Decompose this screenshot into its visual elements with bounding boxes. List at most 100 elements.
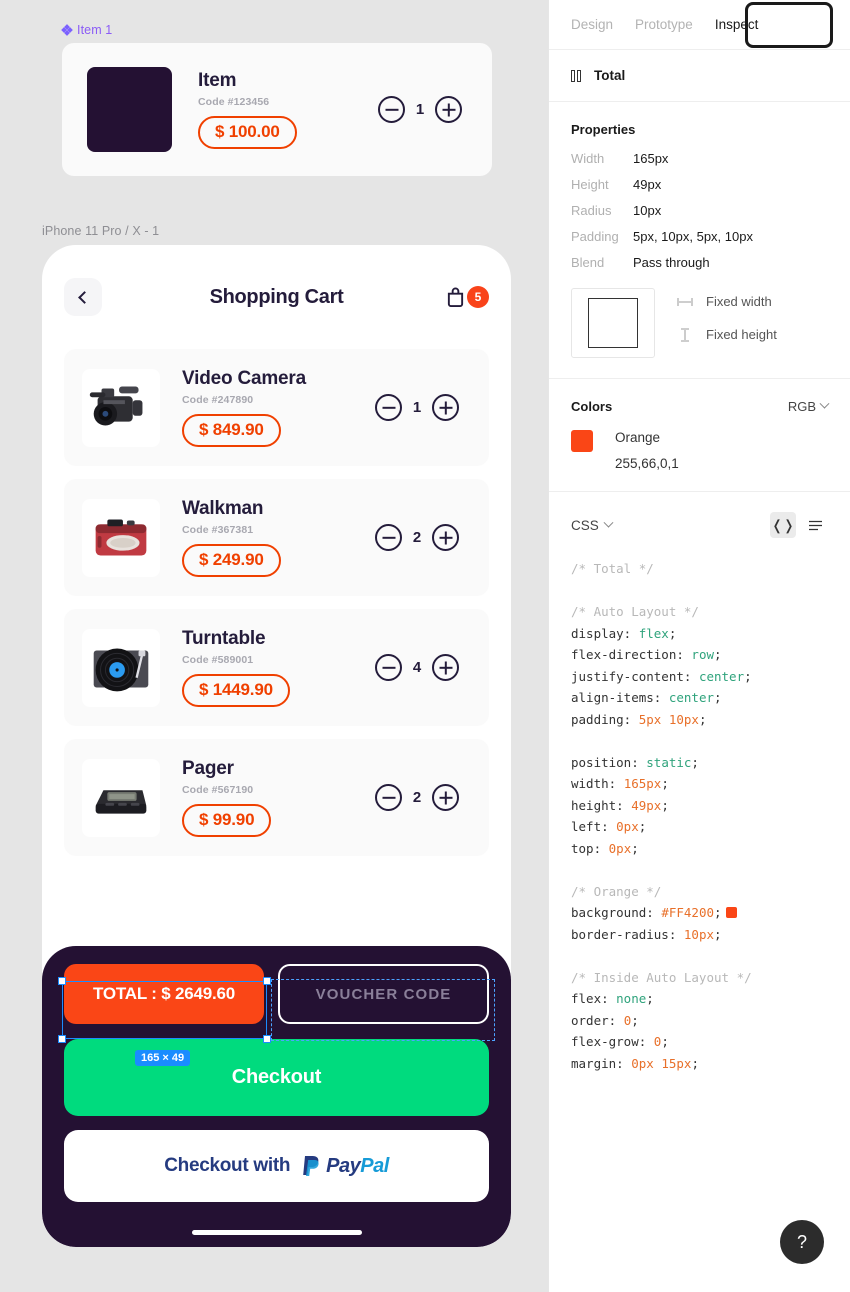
quantity-value: 4 (412, 659, 422, 676)
quantity-stepper[interactable]: 1 (375, 394, 459, 421)
item-thumbnail (87, 67, 172, 152)
item-qty-value: 1 (415, 101, 425, 118)
product-code: Code #247890 (182, 394, 254, 407)
property-row-padding: Padding 5px, 10px, 5px, 10px (571, 229, 828, 244)
panel-tabs: Design Prototype Inspect (549, 0, 850, 50)
checkout-footer: TOTAL : $ 2649.60 VOUCHER CODE Checkout … (42, 946, 511, 1247)
tab-prototype[interactable]: Prototype (635, 17, 693, 32)
design-canvas[interactable]: Item 1 Item Code #123456 $ 100.00 1 iPho… (0, 0, 548, 1292)
property-value[interactable]: 5px, 10px, 5px, 10px (633, 229, 753, 244)
increment-icon[interactable] (432, 654, 459, 681)
component-diamond-icon (61, 24, 73, 36)
property-value[interactable]: Pass through (633, 255, 710, 270)
product-name: Video Camera (182, 367, 306, 389)
page-title: Shopping Cart (209, 285, 344, 308)
decrement-icon[interactable] (375, 784, 402, 811)
constraints-list: Fixed width Fixed height (677, 288, 777, 342)
paypal-button-label: Checkout with (164, 1155, 291, 1176)
property-value[interactable]: 165px (633, 151, 668, 166)
constraint-label: Fixed height (706, 327, 777, 342)
color-name: Orange (615, 430, 661, 445)
property-key: Blend (571, 255, 605, 270)
product-thumbnail (82, 758, 160, 837)
css-code-block[interactable]: /* Total */ /* Auto Layout */ display: f… (549, 544, 850, 1074)
product-code: Code #367381 (182, 524, 254, 537)
item-component-card[interactable]: Item Code #123456 $ 100.00 1 (62, 43, 492, 176)
frame-layer-label[interactable]: iPhone 11 Pro / X - 1 (42, 224, 159, 238)
product-price: $ 1449.90 (182, 674, 290, 708)
quantity-stepper[interactable]: 2 (375, 784, 459, 811)
decrement-icon[interactable] (375, 654, 402, 681)
css-language-select[interactable]: CSS (571, 517, 614, 533)
increment-icon[interactable] (432, 524, 459, 551)
product-price: $ 849.90 (182, 414, 281, 448)
cart-item-row[interactable]: Pager Code #567190 $ 99.90 2 (64, 739, 489, 856)
paypal-mark-icon (303, 1156, 319, 1176)
properties-title: Properties (571, 122, 636, 137)
help-button[interactable]: ? (780, 1220, 824, 1264)
component-layer-label[interactable]: Item 1 (61, 23, 112, 37)
increment-icon[interactable] (432, 394, 459, 421)
item-quantity-stepper[interactable]: 1 (378, 96, 462, 123)
increment-icon[interactable] (432, 784, 459, 811)
paypal-checkout-button[interactable]: Checkout with Pay Pal (64, 1130, 489, 1202)
inspect-tab-highlight (745, 2, 833, 48)
video-camera-icon (89, 386, 143, 426)
color-texts: Orange 255,66,0,1 (615, 430, 679, 471)
css-header: CSS ❬❭ (549, 492, 850, 544)
decrement-icon[interactable] (375, 524, 402, 551)
quantity-value: 2 (412, 789, 422, 806)
quantity-stepper[interactable]: 4 (375, 654, 459, 681)
quantity-value: 2 (412, 529, 422, 546)
voucher-code-button[interactable]: VOUCHER CODE (278, 964, 489, 1024)
box-preview (571, 288, 655, 358)
box-model-area: Fixed width Fixed height (571, 288, 828, 358)
total-button[interactable]: TOTAL : $ 2649.60 (64, 964, 264, 1024)
pager-icon (95, 789, 147, 814)
paypal-pay-text: Pay (326, 1154, 361, 1177)
decrement-icon[interactable] (375, 394, 402, 421)
property-value[interactable]: 49px (633, 177, 661, 192)
color-entry[interactable]: Orange 255,66,0,1 (571, 430, 828, 471)
list-icon[interactable] (802, 512, 828, 538)
colors-section: Colors RGB Orange 255,66,0,1 (549, 379, 850, 492)
css-label-text: CSS (571, 517, 599, 533)
vertical-resize-icon (681, 327, 689, 342)
iphone-frame[interactable]: Shopping Cart 5 Video Camera Code #24789… (42, 245, 511, 1247)
property-row-radius: Radius 10px (571, 203, 828, 218)
product-name: Turntable (182, 627, 266, 649)
chevron-down-icon (819, 398, 830, 409)
property-row-width: Width 165px (571, 151, 828, 166)
cart-header: Shopping Cart 5 (64, 245, 489, 349)
item-info: Item Code #123456 $ 100.00 (198, 70, 378, 150)
product-code: Code #567190 (182, 784, 254, 797)
property-value[interactable]: 10px (633, 203, 661, 218)
code-brackets-icon[interactable]: ❬❭ (770, 512, 796, 538)
tab-design[interactable]: Design (571, 17, 613, 32)
property-key: Radius (571, 203, 612, 218)
item-name: Item (198, 69, 237, 91)
color-value[interactable]: 255,66,0,1 (615, 456, 679, 471)
quantity-value: 1 (412, 399, 422, 416)
cart-item-row[interactable]: Walkman Code #367381 $ 249.90 2 (64, 479, 489, 596)
constraint-label: Fixed width (706, 294, 772, 309)
paypal-pal-text: Pal (360, 1154, 389, 1177)
increment-icon[interactable] (435, 96, 462, 123)
colors-title: Colors (571, 399, 613, 414)
item-row: Item Code #123456 $ 100.00 1 (62, 43, 492, 176)
properties-section: Properties Width 165px Height 49px Radiu… (549, 102, 850, 379)
property-row-blend: Blend Pass through (571, 255, 828, 270)
color-swatch (571, 430, 593, 452)
color-mode-select[interactable]: RGB (788, 398, 830, 414)
checkout-button[interactable]: Checkout (64, 1039, 489, 1116)
cart-item-row[interactable]: Video Camera Code #247890 $ 849.90 1 (64, 349, 489, 466)
quantity-stepper[interactable]: 2 (375, 524, 459, 551)
property-key: Width (571, 151, 605, 166)
property-key: Padding (571, 229, 619, 244)
constraint-fixed-width: Fixed width (677, 294, 777, 309)
item-code: Code #123456 (198, 96, 270, 109)
decrement-icon[interactable] (378, 96, 405, 123)
product-price: $ 99.90 (182, 804, 272, 838)
cart-item-row[interactable]: Turntable Code #589001 $ 1449.90 4 (64, 609, 489, 726)
selected-object-name: Total (594, 68, 626, 83)
